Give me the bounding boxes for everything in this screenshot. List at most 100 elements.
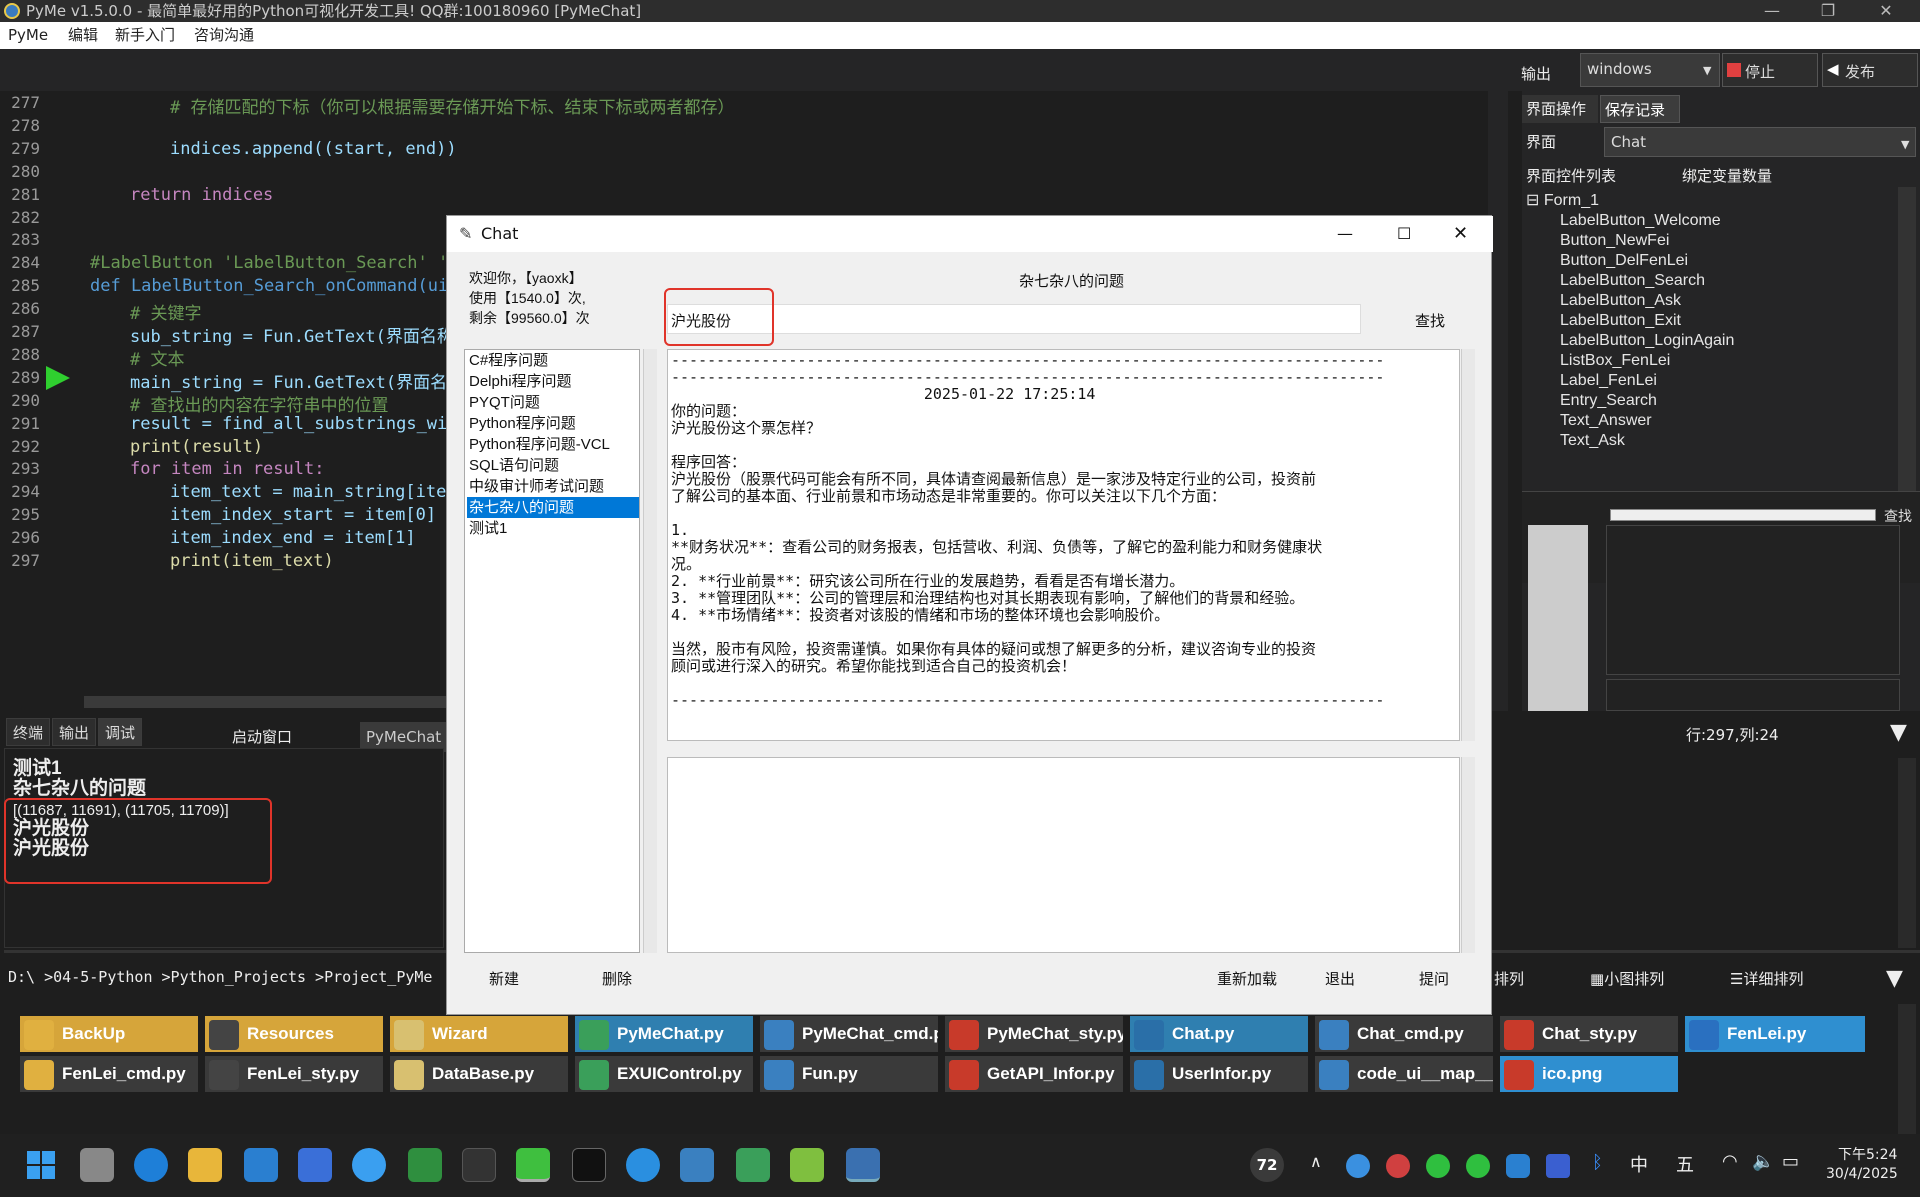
file-item[interactable]: GetAPI_Infor.py	[945, 1056, 1123, 1092]
file-item[interactable]: DataBase.py	[390, 1056, 568, 1092]
tray-icon[interactable]	[1346, 1154, 1370, 1178]
reload-button[interactable]: 重新加载	[1217, 968, 1277, 989]
view-list-button[interactable]: 排列	[1494, 968, 1524, 989]
file-item[interactable]: Chat_cmd.py	[1315, 1016, 1493, 1052]
wifi-icon[interactable]: ◠	[1722, 1151, 1738, 1172]
tree-root[interactable]: ⊟ Form_1	[1526, 191, 1896, 211]
menu-pyme[interactable]: PyMe	[8, 22, 48, 49]
category-list[interactable]: C#程序问题 Delphi程序问题 PYQT问题 Python程序问题 Python程序…	[464, 349, 640, 953]
minimize-icon[interactable]: —	[1752, 0, 1792, 22]
close-icon[interactable]: ✕	[1866, 0, 1906, 22]
tree-item[interactable]: LabelButton_Welcome	[1526, 211, 1896, 231]
stop-button[interactable]: 停止	[1722, 53, 1818, 87]
dialog-title-bar[interactable]: ✎ Chat — ☐ ✕	[447, 216, 1493, 252]
tab-debug[interactable]: 调试	[98, 718, 143, 746]
file-item[interactable]: FenLei.py	[1685, 1016, 1865, 1052]
ask-button[interactable]: 提问	[1419, 968, 1449, 989]
file-item[interactable]: PyMeChat_cmd.py	[760, 1016, 938, 1052]
property-search-button[interactable]: 查找	[1884, 506, 1912, 526]
search-app-icon[interactable]	[626, 1148, 660, 1182]
ask-scrollbar[interactable]	[1461, 757, 1475, 953]
bluetooth-icon[interactable]: ᛒ	[1592, 1152, 1603, 1173]
wps-icon[interactable]	[462, 1148, 496, 1182]
editor-hscrollbar[interactable]	[84, 696, 464, 708]
battery-icon[interactable]: ▭	[1782, 1151, 1799, 1172]
menu-edit[interactable]: 编辑	[68, 22, 98, 49]
file-item[interactable]: EXUIControl.py	[575, 1056, 753, 1092]
tree-item[interactable]: Button_NewFei	[1526, 231, 1896, 251]
platform-select[interactable]: windows ▼	[1580, 53, 1720, 87]
ui-select[interactable]: Chat ▼	[1604, 127, 1916, 157]
file-item[interactable]: Chat_sty.py	[1500, 1016, 1678, 1052]
tree-item[interactable]: LabelButton_Exit	[1526, 311, 1896, 331]
property-grid-lower[interactable]	[1606, 679, 1900, 711]
category-item[interactable]: SQL语句问题	[467, 455, 639, 476]
notification-badge[interactable]: 72	[1250, 1148, 1284, 1182]
collapse-triangle-icon[interactable]: ▼	[1886, 966, 1903, 991]
files-scrollbar[interactable]	[1898, 1004, 1916, 1134]
qq-icon[interactable]	[572, 1148, 606, 1182]
chat-bubble-icon[interactable]	[352, 1148, 386, 1182]
answer-scrollbar[interactable]	[1461, 349, 1475, 741]
python-app-icon[interactable]	[680, 1148, 714, 1182]
menu-getting-started[interactable]: 新手入门	[115, 22, 175, 49]
tool-app-icon[interactable]	[790, 1148, 824, 1182]
welcome-block[interactable]: 欢迎你，【yaoxk】 使用【1540.0】次, 剩余【99560.0】次	[469, 268, 590, 328]
restore-icon[interactable]: ❐	[1808, 0, 1848, 22]
category-item[interactable]: Delphi程序问题	[467, 371, 639, 392]
control-tree[interactable]: ⊟ Form_1 LabelButton_Welcome Button_NewFe…	[1526, 191, 1896, 491]
chevron-up-icon[interactable]: ∧	[1310, 1152, 1322, 1171]
file-item[interactable]: FenLei_cmd.py	[20, 1056, 198, 1092]
vscode-icon[interactable]	[244, 1148, 278, 1182]
file-item[interactable]: ico.png	[1500, 1056, 1678, 1092]
file-item[interactable]: PyMeChat_sty.py	[945, 1016, 1123, 1052]
file-item[interactable]: Wizard	[390, 1016, 568, 1052]
category-item[interactable]: 杂七杂八的问题	[467, 497, 639, 518]
start-icon[interactable]	[24, 1148, 58, 1182]
tree-item[interactable]: LabelButton_Search	[1526, 271, 1896, 291]
category-item[interactable]: PYQT问题	[467, 392, 639, 413]
category-item[interactable]: Python程序问题-VCL	[467, 434, 639, 455]
category-item[interactable]: 中级审计师考试问题	[467, 476, 639, 497]
tree-item[interactable]: Label_FenLei	[1526, 371, 1896, 391]
search-button[interactable]: 查找	[1415, 310, 1445, 331]
exit-button[interactable]: 退出	[1325, 968, 1355, 989]
category-scrollbar[interactable]	[643, 349, 657, 953]
property-search-input[interactable]	[1610, 509, 1876, 521]
view-detail-button[interactable]: ☰详细排列	[1730, 968, 1803, 989]
tray-icon[interactable]	[1386, 1154, 1410, 1178]
tree-item[interactable]: Entry_Search	[1526, 391, 1896, 411]
tab-output[interactable]: 输出	[52, 718, 97, 746]
edge-icon[interactable]	[134, 1148, 168, 1182]
property-grid[interactable]	[1606, 525, 1900, 675]
menu-consult[interactable]: 咨询沟通	[194, 22, 254, 49]
category-item[interactable]: 测试1	[467, 518, 639, 539]
tree-item[interactable]: ListBox_FenLei	[1526, 351, 1896, 371]
tray-wechat-icon[interactable]	[1426, 1154, 1450, 1178]
category-item[interactable]: C#程序问题	[467, 350, 639, 371]
category-item[interactable]: Python程序问题	[467, 413, 639, 434]
tree-item[interactable]: LabelButton_LoginAgain	[1526, 331, 1896, 351]
view-small-button[interactable]: ▦小图排列	[1590, 968, 1664, 989]
file-item[interactable]: PyMeChat.py	[575, 1016, 753, 1052]
file-item[interactable]: Resources	[205, 1016, 383, 1052]
file-item[interactable]: UserInfor.py	[1130, 1056, 1308, 1092]
file-item[interactable]: FenLei_sty.py	[205, 1056, 383, 1092]
tree-item[interactable]: Text_Answer	[1526, 411, 1896, 431]
answer-text[interactable]: ----------------------------------------…	[667, 349, 1460, 741]
tab-save-history[interactable]: 保存记录	[1600, 95, 1680, 123]
snake-app-icon[interactable]	[736, 1148, 770, 1182]
delete-button[interactable]: 删除	[602, 968, 632, 989]
tray-wechat-icon[interactable]	[1466, 1154, 1490, 1178]
task-view-icon[interactable]	[80, 1148, 114, 1182]
close-icon[interactable]: ✕	[1453, 216, 1468, 252]
new-button[interactable]: 新建	[489, 968, 519, 989]
publish-button[interactable]: ◀ 发布	[1822, 53, 1918, 87]
ime-chinese[interactable]: 中	[1630, 1151, 1648, 1177]
file-item[interactable]: Fun.py	[760, 1056, 938, 1092]
current-path[interactable]: D:\ >04-5-Python >Python_Projects >Proje…	[8, 968, 432, 986]
tree-item[interactable]: LabelButton_Ask	[1526, 291, 1896, 311]
collapse-triangle-icon[interactable]: ▼	[1890, 720, 1907, 745]
editor-app-icon[interactable]	[408, 1148, 442, 1182]
console-scrollbar[interactable]	[1898, 758, 1916, 948]
